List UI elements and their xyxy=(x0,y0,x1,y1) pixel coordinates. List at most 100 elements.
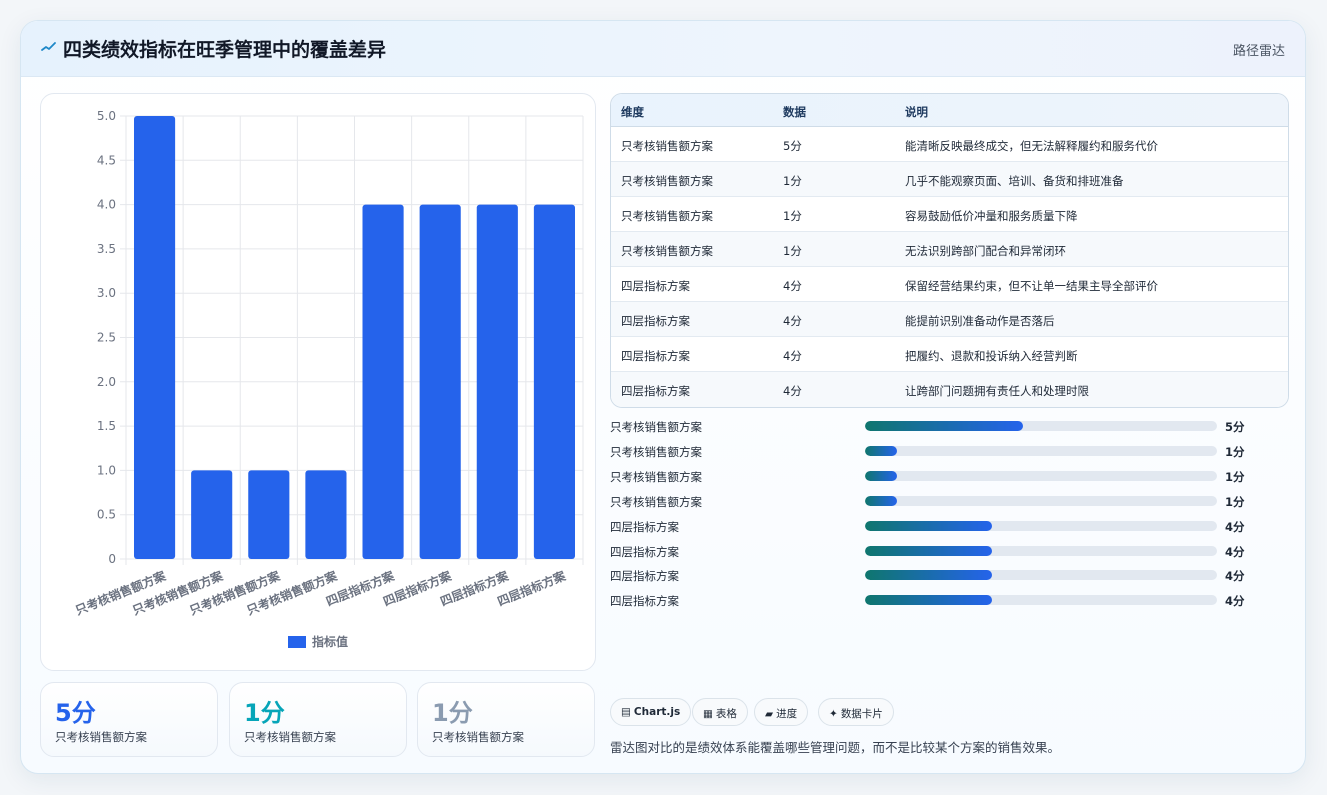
progress-fill xyxy=(865,471,897,481)
chip-label: 表格 xyxy=(715,708,737,720)
chart-icon: ▤ xyxy=(621,706,631,718)
cell-description: 能提前识别准备动作是否落后 xyxy=(905,314,1055,328)
progress-row: 只考核销售额方案 5分 xyxy=(610,417,1270,435)
chip-data-cards[interactable]: ✦ 数据卡片 xyxy=(818,698,894,726)
cell-description: 让跨部门问题拥有责任人和处理时限 xyxy=(905,384,1089,398)
progress-track xyxy=(865,595,1217,605)
progress-value: 4分 xyxy=(1225,594,1245,608)
cell-dimension: 四层指标方案 xyxy=(621,314,690,328)
legend-label: 指标值 xyxy=(312,634,348,649)
progress-label: 只考核销售额方案 xyxy=(610,495,702,509)
y-tick-label: 0.5 xyxy=(97,508,116,522)
bar xyxy=(191,470,233,559)
chip-table[interactable]: ▦ 表格 xyxy=(692,698,748,726)
table-row: 四层指标方案 4分 能提前识别准备动作是否落后 xyxy=(611,302,1288,337)
progress-row: 四层指标方案 4分 xyxy=(610,591,1270,609)
cell-data: 4分 xyxy=(783,279,802,293)
stat-card: 1分 只考核销售额方案 xyxy=(229,682,407,757)
progress-value: 4分 xyxy=(1225,545,1245,559)
progress-track xyxy=(865,471,1217,481)
cell-dimension: 只考核销售额方案 xyxy=(621,174,713,188)
y-tick-label: 5.0 xyxy=(97,109,116,123)
cell-data: 5分 xyxy=(783,139,802,153)
progress-fill xyxy=(865,496,897,506)
cell-description: 容易鼓励低价冲量和服务质量下降 xyxy=(905,209,1078,223)
progress-row: 四层指标方案 4分 xyxy=(610,542,1270,560)
progress-track xyxy=(865,421,1217,431)
progress-row: 四层指标方案 4分 xyxy=(610,566,1270,584)
progress-label: 四层指标方案 xyxy=(610,594,679,608)
cell-dimension: 四层指标方案 xyxy=(621,384,690,398)
y-tick-label: 1.5 xyxy=(97,419,116,433)
chip-label: 进度 xyxy=(776,708,798,720)
cell-data: 1分 xyxy=(783,244,802,258)
cell-dimension: 只考核销售额方案 xyxy=(621,209,713,223)
progress-label: 四层指标方案 xyxy=(610,545,679,559)
progress-track xyxy=(865,496,1217,506)
table-header: 维度 数据 说明 xyxy=(611,94,1288,127)
progress-track xyxy=(865,446,1217,456)
stat-value: 1分 xyxy=(244,699,285,727)
page-title: 四类绩效指标在旺季管理中的覆盖差异 xyxy=(63,39,387,61)
progress-label: 只考核销售额方案 xyxy=(610,420,702,434)
progress-row: 只考核销售额方案 1分 xyxy=(610,492,1270,510)
y-tick-label: 3.0 xyxy=(97,286,116,300)
cell-dimension: 四层指标方案 xyxy=(621,349,690,363)
bar-chart-panel: 0 0.5 1.0 1.5 2.0 2.5 3.0 3.5 4.0 4.5 5.0 只考核销售额方案只… xyxy=(40,93,596,671)
data-table: 维度 数据 说明 只考核销售额方案 5分 能清晰反映最终成交，但无法解释履约和服… xyxy=(610,93,1289,408)
bar xyxy=(133,116,176,559)
table-row: 四层指标方案 4分 保留经营结果约束，但不让单一结果主导全部评价 xyxy=(611,267,1288,302)
progress-track xyxy=(865,546,1217,556)
progress-value: 4分 xyxy=(1225,520,1245,534)
table-row: 四层指标方案 4分 让跨部门问题拥有责任人和处理时限 xyxy=(611,372,1288,407)
progress-track xyxy=(865,570,1217,580)
progress-row: 只考核销售额方案 1分 xyxy=(610,467,1270,485)
sparkline-icon xyxy=(41,42,56,51)
chip-label: Chart.js xyxy=(633,706,681,718)
progress-label: 只考核销售额方案 xyxy=(610,445,702,459)
table-row: 只考核销售额方案 1分 几乎不能观察页面、培训、备货和排班准备 xyxy=(611,162,1288,197)
table-row: 只考核销售额方案 1分 无法识别跨部门配合和异常闭环 xyxy=(611,232,1288,267)
cell-description: 保留经营结果约束，但不让单一结果主导全部评价 xyxy=(905,279,1158,293)
table-row: 只考核销售额方案 5分 能清晰反映最终成交，但无法解释履约和服务代价 xyxy=(611,127,1288,162)
stat-label: 只考核销售额方案 xyxy=(244,730,336,744)
y-tick-label: 4.5 xyxy=(97,153,116,167)
y-tick-label: 2.0 xyxy=(97,375,116,389)
progress-label: 四层指标方案 xyxy=(610,520,679,534)
column-header-data: 数据 xyxy=(783,105,806,119)
stat-value: 1分 xyxy=(432,699,473,727)
progress-fill xyxy=(865,421,1024,431)
chip-progress[interactable]: ▰ 进度 xyxy=(754,698,809,726)
cell-data: 4分 xyxy=(783,384,802,398)
header: 四类绩效指标在旺季管理中的覆盖差异 路径雷达 xyxy=(21,21,1305,77)
progress-fill xyxy=(865,521,992,531)
bar-chart: 00.51.01.52.02.53.03.54.04.55.0只考核销售额方案只… xyxy=(73,109,584,649)
progress-value: 5分 xyxy=(1225,420,1245,434)
cell-description: 能清晰反映最终成交，但无法解释履约和服务代价 xyxy=(905,139,1158,153)
route-radar-link[interactable]: 路径雷达 xyxy=(1233,40,1285,59)
stat-label: 只考核销售额方案 xyxy=(432,730,524,744)
cell-description: 无法识别跨部门配合和异常闭环 xyxy=(905,244,1066,258)
progress-value: 1分 xyxy=(1225,470,1245,484)
cell-dimension: 只考核销售额方案 xyxy=(621,139,713,153)
cell-dimension: 四层指标方案 xyxy=(621,279,690,293)
bar xyxy=(476,204,518,559)
chip-chartjs[interactable]: ▤ Chart.js xyxy=(610,698,692,726)
progress-row: 只考核销售额方案 1分 xyxy=(610,442,1270,460)
progress-value: 1分 xyxy=(1225,495,1245,509)
progress-row: 四层指标方案 4分 xyxy=(610,517,1270,535)
progress-fill xyxy=(865,546,992,556)
bar xyxy=(419,204,461,559)
progress-label: 只考核销售额方案 xyxy=(610,470,702,484)
dashboard-card: 四类绩效指标在旺季管理中的覆盖差异 路径雷达 0 0.5 1.0 1.5 2.0 2.5 3… xyxy=(20,20,1306,774)
table-row: 四层指标方案 4分 把履约、退款和投诉纳入经营判断 xyxy=(611,337,1288,372)
progress-icon: ▰ xyxy=(765,708,774,720)
bar xyxy=(305,470,347,559)
progress-fill xyxy=(865,446,897,456)
bar xyxy=(533,204,576,559)
y-tick-label: 1.0 xyxy=(97,463,116,477)
column-header-description: 说明 xyxy=(905,105,928,119)
progress-fill xyxy=(865,595,992,605)
column-header-dimension: 维度 xyxy=(621,105,644,119)
cell-data: 1分 xyxy=(783,209,802,223)
